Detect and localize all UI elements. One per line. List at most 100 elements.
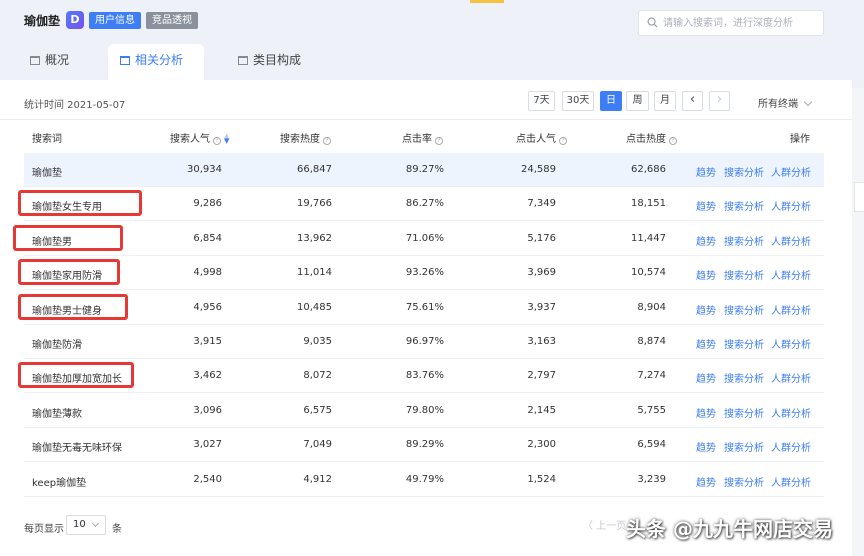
highlight-box [18,259,120,286]
cell-ctr: 89.27% [405,164,444,175]
header-click-pop[interactable]: 点击人气? [516,130,567,145]
crowd-analysis-link[interactable]: 人群分析 [771,198,811,213]
cell-term: 瑜伽垫 [32,168,62,179]
search-analysis-link[interactable]: 搜索分析 [724,233,764,248]
trend-link[interactable]: 趋势 [696,233,716,248]
trend-link[interactable]: 趋势 [696,302,716,317]
cell-search-heat: 13,962 [297,232,332,244]
crowd-analysis-link[interactable]: 人群分析 [771,164,811,179]
cell-ctr: 93.26% [405,267,444,279]
compete-view-button[interactable]: 竞品透视 [146,12,198,29]
highlight-box [18,190,142,217]
trend-link[interactable]: 趋势 [696,439,716,454]
search-box[interactable] [638,10,824,36]
search-analysis-link[interactable]: 搜索分析 [724,164,764,179]
search-analysis-link[interactable]: 搜索分析 [724,198,764,213]
range-week-button[interactable]: 周 [626,91,649,111]
search-analysis-link[interactable]: 搜索分析 [724,267,764,282]
cell-click-heat: 8,874 [637,336,666,347]
app-logo-icon: D [66,11,84,29]
trend-link[interactable]: 趋势 [696,336,716,351]
cell-click-pop: 5,176 [527,232,556,244]
crowd-analysis-link[interactable]: 人群分析 [771,474,811,489]
trend-link[interactable]: 趋势 [696,198,716,213]
prev-date-button[interactable]: ‹ [682,91,703,111]
cell-click-pop: 2,300 [527,439,556,451]
trend-link[interactable]: 趋势 [696,405,716,420]
search-analysis-link[interactable]: 搜索分析 [724,370,764,385]
search-input[interactable] [663,14,819,32]
range-7d-button[interactable]: 7天 [528,91,555,111]
next-date-button[interactable]: › [709,91,730,111]
cell-search-heat: 9,035 [303,336,332,347]
tab-overview[interactable]: 概况 [18,44,81,80]
cell-search-heat: 7,049 [303,439,332,451]
cell-search-pop: 6,854 [193,232,222,244]
folder-icon [120,56,130,65]
per-page-select[interactable]: 10 [66,515,106,535]
cell-search-pop: 9,286 [193,198,222,210]
range-30d-button[interactable]: 30天 [562,91,594,111]
cell-click-pop: 1,524 [527,473,556,485]
side-handle[interactable] [854,182,864,212]
cell-click-pop: 2,145 [527,404,556,416]
per-page-unit: 条 [112,524,122,535]
user-info-button[interactable]: 用户信息 [89,12,141,29]
table-row: 瑜伽垫防滑 3,915 9,035 96.97% 3,163 8,874 趋势 搜索分析 人群分… [24,325,824,359]
crowd-analysis-link[interactable]: 人群分析 [771,370,811,385]
search-analysis-link[interactable]: 搜索分析 [724,474,764,489]
trend-link[interactable]: 趋势 [696,267,716,282]
cell-search-pop: 4,998 [193,267,222,279]
help-icon: ? [669,137,677,145]
crowd-analysis-link[interactable]: 人群分析 [771,405,811,420]
cell-search-heat: 8,072 [303,370,332,382]
stat-time: 统计时间 2021-05-07 [24,100,126,111]
sort-icon[interactable]: ▲ ▼ [224,133,229,145]
cell-click-pop: 24,589 [521,164,556,175]
top-accent-bar [470,0,504,3]
tab-related-analysis[interactable]: 相关分析 [108,44,204,80]
cell-click-heat: 11,447 [631,232,666,244]
cell-search-heat: 6,575 [303,404,332,416]
header-actions: 操作 [790,134,810,145]
table-row: 瑜伽垫 30,934 66,847 89.27% 24,589 62,686 趋势 搜索分析人… [24,153,824,187]
folder-icon [238,56,248,65]
header-search-pop[interactable]: 搜索人气 ?▲ ▼ [170,130,229,145]
terminal-select[interactable]: 所有终端 [758,95,813,110]
per-page-value: 10 [73,519,86,530]
search-analysis-link[interactable]: 搜索分析 [724,336,764,351]
cell-click-pop: 3,937 [527,301,556,313]
search-icon [647,17,658,28]
tab-category[interactable]: 类目构成 [226,44,313,80]
crowd-analysis-link[interactable]: 人群分析 [771,233,811,248]
crowd-analysis-link[interactable]: 人群分析 [771,267,811,282]
tab-label: 概况 [45,53,70,67]
tab-bar: 概况 相关分析 类目构成 [0,44,864,80]
cell-click-heat: 7,274 [637,370,666,382]
header-click-heat[interactable]: 点击热度? [626,130,677,145]
cell-search-pop: 30,934 [187,164,222,175]
crowd-analysis-link[interactable]: 人群分析 [771,336,811,351]
table-row: 瑜伽垫女生专用 9,286 19,766 86.27% 7,349 18,151 趋势 搜索分… [24,187,824,222]
search-analysis-link[interactable]: 搜索分析 [724,302,764,317]
tab-label: 相关分析 [135,53,184,67]
range-month-button[interactable]: 月 [654,91,676,111]
cell-search-pop: 4,956 [193,301,222,313]
crowd-analysis-link[interactable]: 人群分析 [771,302,811,317]
header-term: 搜索词 [32,134,62,145]
table-row: keep瑜伽垫 2,540 4,912 49.79% 1,524 3,239 趋势 搜索分析人… [24,463,824,497]
header-search-heat[interactable]: 搜索热度? [280,130,331,145]
table-header: 搜索词 搜索人气 ?▲ ▼ 搜索热度? 点击率? 点击人气? 点击热度? 操作 [24,124,824,150]
header-ctr[interactable]: 点击率? [402,130,443,145]
trend-link[interactable]: 趋势 [696,370,716,385]
trend-link[interactable]: 趋势 [696,164,716,179]
tab-label: 类目构成 [253,53,302,67]
cell-term: 瑜伽垫防滑 [32,340,82,351]
search-analysis-link[interactable]: 搜索分析 [724,439,764,454]
watermark: 头条 @九九牛网店交易 [626,517,833,541]
range-day-button[interactable]: 日 [600,91,622,111]
search-analysis-link[interactable]: 搜索分析 [724,405,764,420]
crowd-analysis-link[interactable]: 人群分析 [771,439,811,454]
trend-link[interactable]: 趋势 [696,474,716,489]
prev-page-button[interactable]: 〈 上一页 [583,517,626,532]
